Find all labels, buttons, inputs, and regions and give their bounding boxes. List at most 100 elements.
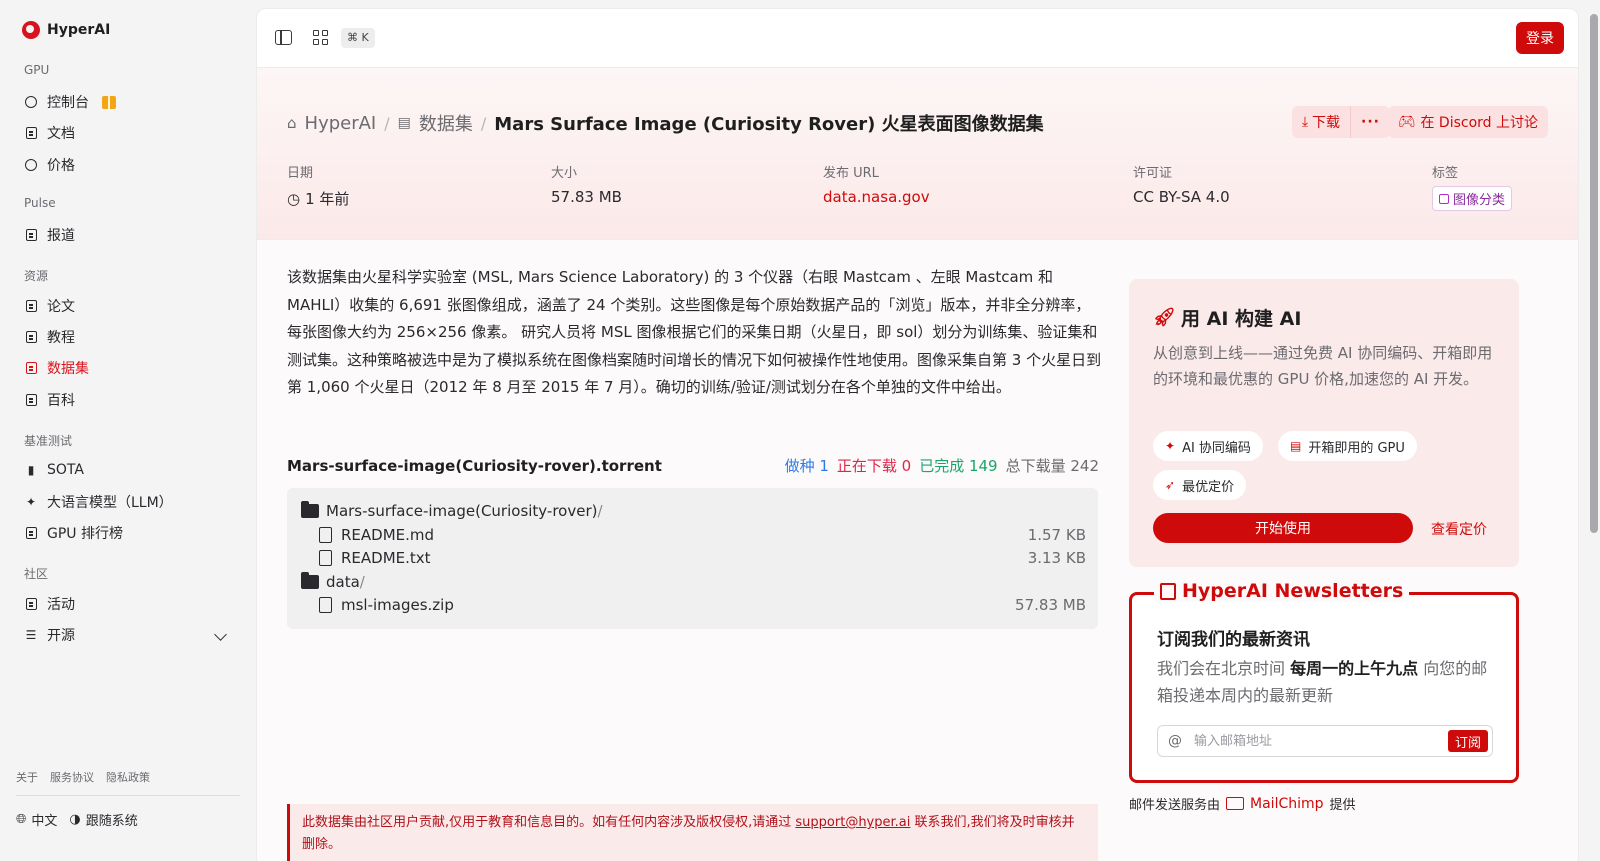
tag-label: 图像分类	[1453, 193, 1506, 208]
sidebar-item-pricing[interactable]: 价格	[24, 154, 75, 176]
login-button[interactable]: 登录	[1516, 22, 1564, 54]
sidebar-item-tutorials[interactable]: 教程	[24, 326, 75, 348]
folder-name: Mars-surface-image(Curiosity-rover)	[326, 501, 598, 520]
language-label: 中文	[31, 814, 58, 829]
database-icon: ▤	[397, 115, 411, 131]
sidebar-item-news[interactable]: 报道	[24, 224, 75, 246]
ai-card-title: 🚀︎ 用 AI 构建 AI	[1153, 304, 1301, 331]
path-separator: /	[597, 501, 603, 520]
sidebar-item-open-source[interactable]: ☰ 开源	[24, 624, 75, 646]
scrollbar-thumb[interactable]	[1590, 14, 1598, 533]
newsletter-text-start: 我们会在北京时间	[1157, 659, 1291, 678]
newsletter-card: HyperAI Newsletters 订阅我们的最新资讯 我们会在北京时间 每…	[1129, 580, 1519, 783]
footer-link-about[interactable]: 关于	[16, 769, 38, 785]
sidebar-item-llm[interactable]: ✦ 大语言模型（LLM）	[24, 491, 173, 513]
download-group: ⤓ 下载 ···	[1291, 106, 1390, 138]
theme-icon: ◑	[69, 812, 81, 827]
scrollbar[interactable]	[1586, 0, 1600, 861]
pill-pricing[interactable]: ➶ 最优定价	[1153, 470, 1247, 500]
breadcrumb-home[interactable]: HyperAI	[305, 113, 377, 134]
download-button[interactable]: ⤓ 下载	[1291, 106, 1352, 138]
footer-links: 关于 服务协议 隐私政策	[16, 769, 150, 785]
theme-switch[interactable]: ◑ 跟随系统	[69, 810, 137, 829]
meta-url-link[interactable]: data.nasa.gov	[823, 188, 930, 206]
sidebar-item-wiki[interactable]: 百科	[24, 389, 75, 411]
sidebar-item-label: 大语言模型（LLM）	[47, 495, 173, 511]
calendar-icon	[24, 597, 38, 611]
pill-label: 开箱即用的 GPU	[1308, 440, 1405, 456]
discord-icon: 🎮︎	[1397, 114, 1416, 130]
sidebar-item-console[interactable]: 控制台	[24, 91, 116, 113]
newspaper-icon	[1160, 582, 1176, 600]
start-button[interactable]: 开始使用	[1153, 513, 1413, 543]
torrent-name[interactable]: Mars-surface-image(Curiosity-rover).torr…	[287, 457, 662, 475]
sidebar-item-label: 开源	[47, 628, 75, 644]
pill-gpu[interactable]: ▤ 开箱即用的 GPU	[1278, 431, 1417, 461]
file-tree-row[interactable]: Mars-surface-image(Curiosity-rover) /	[287, 499, 1098, 522]
chip-icon	[24, 526, 38, 540]
email-input[interactable]	[1194, 733, 1434, 749]
sidebar-item-label: 价格	[47, 158, 75, 174]
meta-tags-label: 标签	[1432, 166, 1459, 181]
meta-date-label: 日期	[287, 166, 314, 181]
news-icon	[24, 228, 38, 242]
stat-completed: 已完成 149	[919, 457, 998, 475]
pill-ai-coding[interactable]: ✦ AI 协同编码	[1153, 431, 1263, 461]
ai-card-description: 从创意到上线——通过免费 AI 协同编码、开箱即用的环境和最优惠的 GPU 价格…	[1153, 344, 1493, 388]
footer-link-terms[interactable]: 服务协议	[50, 769, 94, 785]
file-tree-row[interactable]: data /	[287, 570, 1098, 593]
provider-text: 邮件发送服务由	[1129, 798, 1221, 813]
file-size: 57.83 MB	[1015, 595, 1086, 614]
email-field: @ 订阅	[1157, 725, 1493, 757]
ai-title-text: 用 AI 构建 AI	[1181, 308, 1302, 330]
chevron-down-icon[interactable]	[214, 628, 227, 641]
sidebar-item-datasets[interactable]: 数据集	[24, 357, 89, 379]
sidebar-toggle-icon[interactable]	[275, 30, 292, 45]
newsletter-text: 我们会在北京时间 每周一的上午九点 向您的邮箱投递本周内的最新更新	[1157, 655, 1502, 709]
apps-grid-icon[interactable]	[313, 30, 328, 45]
file-tree-row[interactable]: README.md 1.57 KB	[287, 523, 1098, 546]
subscribe-button[interactable]: 订阅	[1447, 730, 1488, 752]
breadcrumb-datasets[interactable]: 数据集	[419, 110, 473, 136]
breadcrumb-separator: /	[480, 113, 487, 133]
sidebar-item-gpu-leaderboard[interactable]: GPU 排行榜	[24, 522, 123, 544]
meta-date: 日期 ◷ 1 年前	[287, 162, 349, 209]
sidebar-divider	[16, 795, 240, 796]
sidebar-item-docs[interactable]: 文档	[24, 122, 75, 144]
file-tree-row[interactable]: msl-images.zip 57.83 MB	[287, 593, 1098, 616]
more-button[interactable]: ···	[1351, 106, 1390, 138]
sidebar-item-sota[interactable]: ▮ SOTA	[24, 459, 84, 481]
clock-icon: ◷	[287, 189, 301, 208]
support-email-link[interactable]: support@hyper.ai	[795, 815, 910, 830]
path-separator: /	[359, 572, 365, 591]
dashboard-icon	[24, 95, 38, 109]
gift-icon	[102, 95, 116, 109]
command-shortcut[interactable]: ⌘ K	[341, 28, 375, 48]
folder-icon	[301, 571, 319, 589]
sidebar-item-events[interactable]: 活动	[24, 593, 75, 615]
sidebar-item-label: 控制台	[47, 95, 89, 111]
theme-label: 跟随系统	[85, 814, 138, 829]
view-pricing-link[interactable]: 查看定价	[1431, 519, 1487, 539]
copyright-notice: 此数据集由社区用户贡献,仅用于教育和信息目的。如有任何内容涉及版权侵权,请通过 …	[287, 804, 1098, 861]
file-icon	[319, 526, 332, 543]
footer-link-privacy[interactable]: 隐私政策	[106, 769, 150, 785]
mailchimp-link[interactable]: MailChimp	[1226, 796, 1324, 812]
torrent-header: Mars-surface-image(Curiosity-rover).torr…	[287, 455, 1099, 476]
ai-promo-card: 🚀︎ 用 AI 构建 AI 从创意到上线——通过免费 AI 协同编码、开箱即用的…	[1129, 279, 1519, 567]
logo[interactable]: HyperAI	[22, 21, 110, 39]
sidebar-item-papers[interactable]: 论文	[24, 295, 75, 317]
mail-provider: 邮件发送服务由 MailChimp 提供	[1129, 794, 1356, 814]
folder-name: data	[326, 572, 360, 591]
rocket-icon: 🚀︎	[1153, 306, 1176, 328]
meta-size: 大小 57.83 MB	[551, 162, 622, 206]
file-tree-row[interactable]: README.txt 3.13 KB	[287, 546, 1098, 569]
tag-image-classification[interactable]: 图像分类	[1432, 186, 1513, 211]
meta-size-value: 57.83 MB	[551, 188, 622, 206]
discord-button[interactable]: 🎮︎ 在 Discord 上讨论	[1387, 106, 1548, 138]
mailchimp-label: MailChimp	[1250, 795, 1324, 812]
stat-seeds: 做种 1	[784, 457, 829, 475]
mail-icon	[1226, 797, 1245, 810]
language-switch[interactable]: 🌐︎ 中文	[16, 810, 57, 829]
section-resources: 资源	[24, 269, 49, 283]
